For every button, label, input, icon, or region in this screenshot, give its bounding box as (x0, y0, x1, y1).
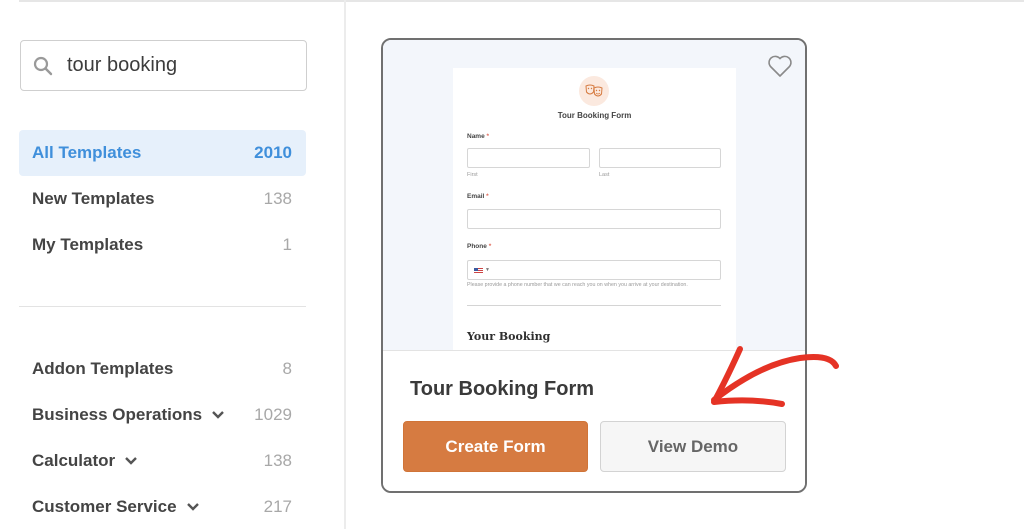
template-preview[interactable]: Tour Booking Form Name * First Last Emai… (383, 40, 805, 350)
search-icon (33, 56, 53, 75)
chevron-down-icon[interactable] (186, 502, 200, 512)
sidebar-item-label-wrap: Customer Service (32, 497, 200, 517)
chevron-down-icon[interactable] (211, 410, 225, 420)
name-label: Name * (467, 133, 489, 140)
heart-icon[interactable] (767, 54, 793, 78)
view-demo-button[interactable]: View Demo (600, 421, 786, 472)
sidebar-item-label: New Templates (32, 189, 155, 208)
form-preview: Tour Booking Form Name * First Last Emai… (453, 68, 736, 350)
top-border (19, 0, 1024, 2)
email-label: Email * (467, 193, 489, 200)
sidebar-item-count: 1029 (254, 405, 292, 424)
us-flag-icon (474, 268, 483, 274)
theater-masks-icon (579, 76, 609, 106)
first-sublabel: First (467, 172, 478, 178)
section-divider (467, 305, 721, 306)
card-footer: Tour Booking Form Create Form View Demo (383, 350, 805, 491)
sidebar-item-label: Addon Templates (32, 359, 174, 378)
template-search[interactable] (20, 40, 307, 91)
category-list: Addon Templates 8 Business Operations 10… (19, 346, 306, 529)
sidebar-item-count: 217 (263, 497, 292, 516)
phone-field: ▼ (467, 260, 721, 280)
sidebar-item-label: My Templates (32, 235, 144, 254)
form-preview-title: Tour Booking Form (557, 111, 632, 120)
create-form-button[interactable]: Create Form (403, 421, 588, 472)
sidebar-item-new-templates[interactable]: New Templates 138 (19, 176, 306, 222)
last-sublabel: Last (599, 172, 610, 178)
last-name-field (599, 148, 721, 168)
sidebar-item-calculator[interactable]: Calculator 138 (19, 438, 306, 484)
sidebar-item-count: 138 (263, 451, 292, 470)
first-name-field (467, 148, 590, 168)
sidebar-item-my-templates[interactable]: My Templates 1 (19, 222, 306, 268)
sidebar-item-label-wrap: Business Operations (32, 405, 225, 425)
sidebar-item-count: 8 (282, 359, 292, 378)
name-label-text: Name (467, 133, 485, 140)
email-field (467, 209, 721, 229)
chevron-down-icon[interactable] (124, 456, 138, 466)
phone-label: Phone * (467, 243, 491, 250)
template-title: Tour Booking Form (410, 378, 595, 400)
email-label-text: Email (467, 193, 485, 200)
sidebar-item-all-templates[interactable]: All Templates 2010 (19, 130, 306, 176)
sidebar-item-label-wrap: Calculator (32, 451, 138, 471)
search-input[interactable] (67, 54, 287, 77)
sidebar-item-count: 138 (263, 189, 292, 208)
sidebar-item-business-operations[interactable]: Business Operations 1029 (19, 392, 306, 438)
sidebar-item-addon-templates[interactable]: Addon Templates 8 (19, 346, 306, 392)
sidebar-item-label: Calculator (32, 451, 116, 470)
phone-label-text: Phone (467, 243, 487, 250)
nav-divider (19, 306, 306, 307)
sidebar-divider (344, 0, 346, 529)
template-card: Tour Booking Form Name * First Last Emai… (381, 38, 807, 493)
required-mark: * (486, 133, 490, 140)
sidebar-item-label: Customer Service (32, 497, 177, 516)
required-mark: * (486, 193, 489, 200)
required-mark: * (488, 243, 492, 250)
sidebar-item-customer-service[interactable]: Customer Service 217 (19, 484, 306, 529)
section-heading: Your Booking (467, 330, 551, 343)
caret-down-icon: ▼ (485, 267, 490, 273)
sidebar-item-label: All Templates (32, 143, 142, 162)
sidebar-item-count: 1 (282, 235, 292, 254)
template-filter-list: All Templates 2010 New Templates 138 My … (19, 130, 306, 268)
phone-help-text: Please provide a phone number that we ca… (467, 282, 688, 288)
sidebar-item-count: 2010 (254, 143, 292, 162)
sidebar-item-label: Business Operations (32, 405, 203, 424)
